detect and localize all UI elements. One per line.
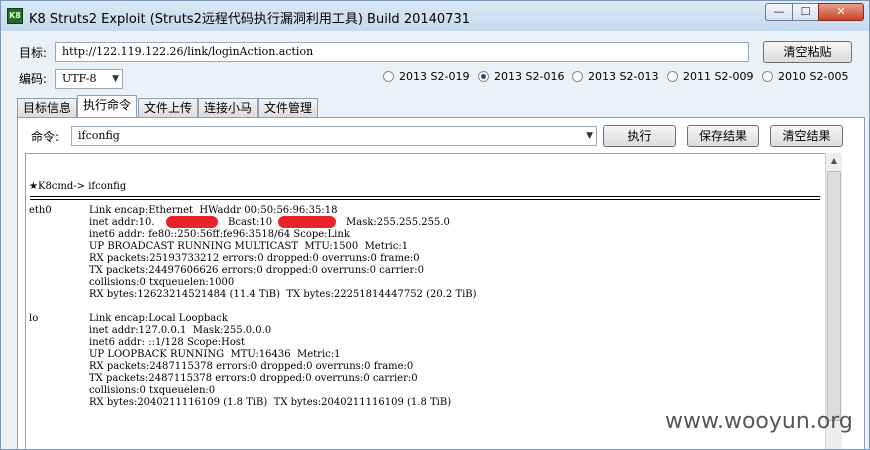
output-line: RX bytes:2040211116109 (1.8 TiB) TX byte… xyxy=(89,397,452,408)
scroll-thumb[interactable] xyxy=(827,171,841,421)
watermark: www.wooyun.org xyxy=(665,409,853,434)
app-window: K8 K8 Struts2 Exploit (Struts2远程代码执行漏洞利用… xyxy=(0,0,870,450)
radio-label: 2011 S2-009 xyxy=(683,70,754,83)
output-line: inet addr:10. xyxy=(89,217,155,228)
radio-label: 2013 S2-016 xyxy=(494,70,565,83)
maximize-button[interactable]: ☐ xyxy=(792,3,819,21)
radio-s2-005[interactable]: 2010 S2-005 xyxy=(762,69,848,85)
radio-circle-icon xyxy=(762,71,773,82)
separator-line xyxy=(30,196,820,197)
radio-circle-checked-icon xyxy=(478,71,489,82)
command-value: ifconfig xyxy=(78,129,120,142)
radio-label: 2013 S2-013 xyxy=(588,70,659,83)
radio-circle-icon xyxy=(383,71,394,82)
tab-target-info[interactable]: 目标信息 xyxy=(17,98,77,117)
output-line: Link encap:Local Loopback xyxy=(89,313,228,324)
output-line: RX packets:25193733212 errors:0 dropped:… xyxy=(89,253,420,264)
command-label: 命令: xyxy=(31,130,60,144)
output-line: RX bytes:12623214521484 (11.4 TiB) TX by… xyxy=(89,289,477,300)
output-line: TX packets:24497606626 errors:0 dropped:… xyxy=(89,265,424,276)
output-line: RX packets:2487115378 errors:0 dropped:0… xyxy=(89,361,414,372)
output-line: TX packets:2487115378 errors:0 dropped:0… xyxy=(89,373,418,384)
tab-file-manager[interactable]: 文件管理 xyxy=(258,98,318,117)
output-line: UP BROADCAST RUNNING MULTICAST MTU:1500 … xyxy=(89,241,409,252)
command-input[interactable]: ifconfig ▼ xyxy=(71,126,597,146)
output-line-bcast: Bcast:10 xyxy=(228,217,273,228)
redaction-mark xyxy=(278,216,336,228)
separator-line xyxy=(30,199,820,200)
iface-name-lo: lo xyxy=(29,313,39,324)
encoding-label: 编码: xyxy=(19,72,48,86)
radio-s2-016[interactable]: 2013 S2-016 xyxy=(478,69,564,85)
clear-results-button[interactable]: 清空结果 xyxy=(770,125,843,147)
window-title: K8 Struts2 Exploit (Struts2远程代码执行漏洞利用工具)… xyxy=(29,12,470,27)
radio-s2-019[interactable]: 2013 S2-019 xyxy=(383,69,469,85)
target-url-input[interactable]: http://122.119.122.26/link/loginAction.a… xyxy=(55,42,749,62)
radio-s2-009[interactable]: 2011 S2-009 xyxy=(667,69,753,85)
save-results-button[interactable]: 保存结果 xyxy=(687,125,759,147)
tab-file-upload[interactable]: 文件上传 xyxy=(138,98,198,117)
output-line: UP LOOPBACK RUNNING MTU:16436 Metric:1 xyxy=(89,349,341,360)
close-button[interactable]: ✕ xyxy=(818,3,864,21)
tab-execute-command[interactable]: 执行命令 xyxy=(77,95,137,117)
radio-s2-013[interactable]: 2013 S2-013 xyxy=(572,69,658,85)
target-label: 目标: xyxy=(19,46,48,60)
prompt-text: K8cmd-> ifconfig xyxy=(37,181,127,192)
chevron-down-icon: ▼ xyxy=(112,74,119,84)
tab-connect-shell[interactable]: 连接小马 xyxy=(198,98,258,117)
encoding-value: UTF-8 xyxy=(62,72,97,85)
radio-circle-icon xyxy=(572,71,583,82)
title-bar[interactable]: K8 K8 Struts2 Exploit (Struts2远程代码执行漏洞利用… xyxy=(1,1,869,31)
output-line: collisions:0 txqueuelen:0 xyxy=(89,385,216,396)
radio-label: 2010 S2-005 xyxy=(778,70,849,83)
star-icon: ★ xyxy=(29,181,38,192)
output-line: inet6 addr: ::1/128 Scope:Host xyxy=(89,337,245,348)
encoding-select[interactable]: UTF-8 ▼ xyxy=(55,69,123,89)
output-line: inet6 addr: fe80::250:56ff:fe96:3518/64 … xyxy=(89,229,350,240)
output-line-mask: Mask:255.255.255.0 xyxy=(346,217,450,228)
app-icon: K8 xyxy=(7,8,23,24)
minimize-button[interactable]: — xyxy=(765,3,793,21)
output-line: collisions:0 txqueuelen:1000 xyxy=(89,277,235,288)
clear-paste-button[interactable]: 清空粘贴 xyxy=(763,41,852,63)
chevron-down-icon: ▼ xyxy=(586,131,593,141)
output-line: inet addr:127.0.0.1 Mask:255.0.0.0 xyxy=(89,325,272,336)
radio-label: 2013 S2-019 xyxy=(399,70,470,83)
redaction-mark xyxy=(166,216,218,228)
scroll-up-arrow-icon[interactable]: ▲ xyxy=(826,153,842,169)
output-textarea[interactable]: ★K8cmd-> ifconfig eth0 Link encap:Ethern… xyxy=(25,153,842,449)
iface-name-eth0: eth0 xyxy=(29,205,52,216)
command-prompt: ★K8cmd-> ifconfig xyxy=(29,181,126,193)
execute-button[interactable]: 执行 xyxy=(603,125,676,147)
vertical-scrollbar[interactable]: ▲ xyxy=(825,153,842,449)
radio-circle-icon xyxy=(667,71,678,82)
